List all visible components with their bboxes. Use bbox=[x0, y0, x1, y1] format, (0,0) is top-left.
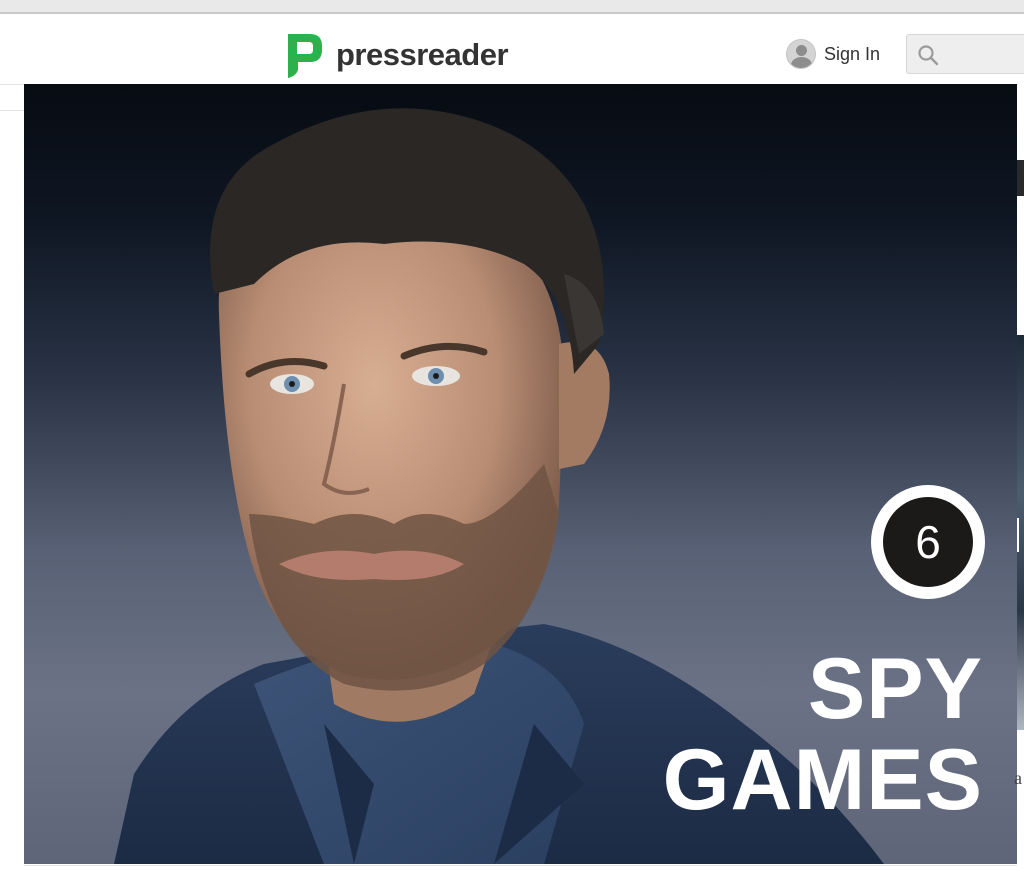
adjacent-page-dark-band bbox=[1017, 160, 1024, 196]
number-badge: 6 bbox=[871, 485, 985, 599]
badge-number: 6 bbox=[883, 497, 973, 587]
headline-line-2: GAMES bbox=[662, 732, 983, 828]
adjacent-page-text: a bbox=[1014, 768, 1022, 788]
browser-top-strip bbox=[0, 0, 1024, 14]
sign-in-button[interactable]: Sign In bbox=[786, 38, 880, 70]
search-input[interactable] bbox=[906, 34, 1024, 74]
pressreader-logo[interactable]: pressreader bbox=[284, 30, 509, 80]
page-bottom-divider bbox=[24, 865, 1017, 866]
site-header: pressreader Sign In bbox=[0, 14, 1024, 85]
adjacent-page-divider bbox=[1017, 518, 1024, 552]
search-icon[interactable] bbox=[917, 44, 939, 66]
pressreader-logo-icon bbox=[288, 34, 322, 78]
user-avatar-icon bbox=[786, 39, 816, 69]
article-hero-image[interactable]: 6 SPY GAMES bbox=[24, 84, 1017, 864]
article-headline: SPY GAMES bbox=[663, 646, 983, 828]
sign-in-label: Sign In bbox=[824, 43, 881, 64]
logo-wordmark: pressreader bbox=[336, 37, 509, 72]
header-divider bbox=[0, 110, 24, 111]
headline-line-1: SPY bbox=[807, 641, 983, 737]
